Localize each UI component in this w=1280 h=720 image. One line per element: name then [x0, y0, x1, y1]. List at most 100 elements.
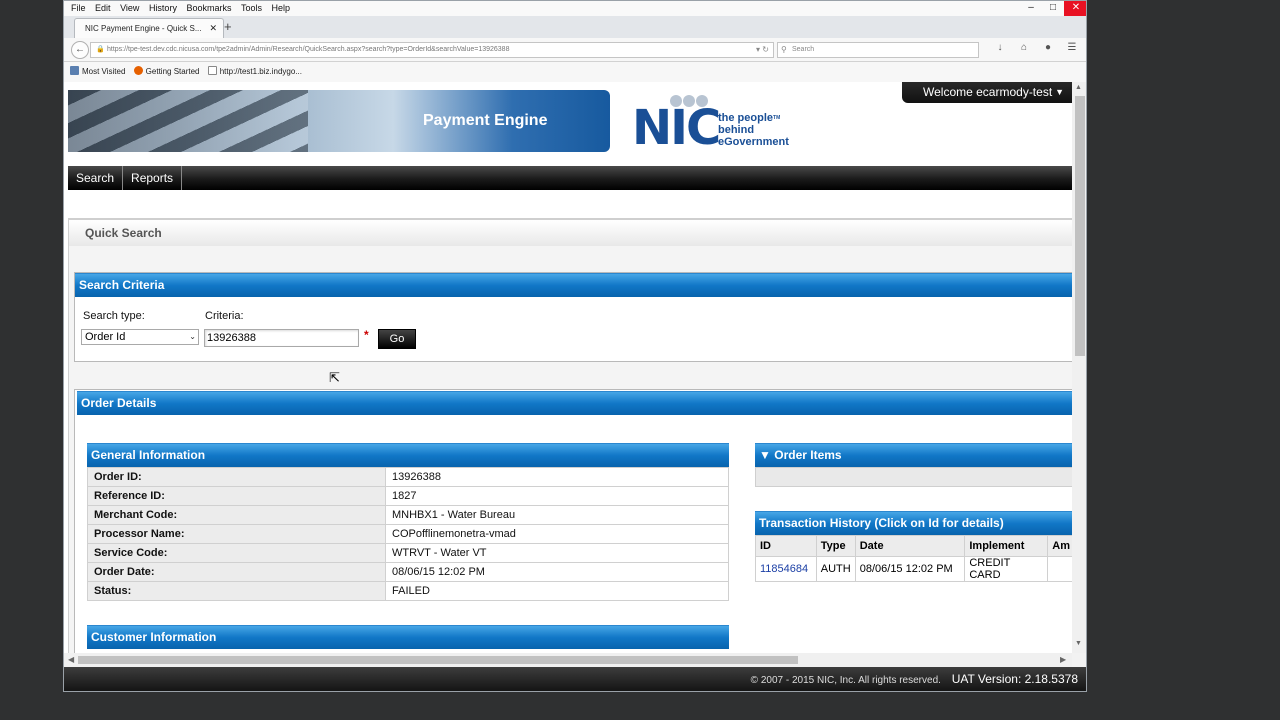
- column-header: ID: [755, 535, 817, 557]
- field-value: 1827: [385, 486, 729, 506]
- field-value: 13926388: [385, 467, 729, 487]
- order-items-header[interactable]: ▼ Order Items: [755, 443, 1072, 467]
- hamburger-menu-icon[interactable]: ☰: [1060, 42, 1084, 53]
- main-nav: Search Reports: [68, 166, 1072, 190]
- customer-information-panel: Customer Information: [87, 625, 729, 649]
- criteria-input[interactable]: 13926388: [204, 329, 359, 347]
- menu-view[interactable]: View: [120, 1, 139, 15]
- nav-reports[interactable]: Reports: [123, 166, 183, 190]
- browser-window: File Edit View History Bookmarks Tools H…: [63, 0, 1087, 692]
- url-bar[interactable]: 🔒 https://tpe-test.dev.cdc.nicusa.com/tp…: [90, 42, 774, 58]
- close-icon[interactable]: ✕: [1064, 1, 1086, 16]
- info-icon[interactable]: 🔒: [96, 43, 105, 57]
- mouse-cursor-icon: ⇱: [329, 370, 340, 385]
- browser-search-input[interactable]: ⚲ Search: [777, 42, 979, 58]
- menu-tools[interactable]: Tools: [241, 1, 262, 15]
- menu-bookmarks[interactable]: Bookmarks: [186, 1, 231, 15]
- back-arrow-icon[interactable]: ←: [71, 41, 89, 59]
- menu-bar: File Edit View History Bookmarks Tools H…: [64, 1, 1086, 16]
- table-row: Order ID: 13926388: [87, 467, 729, 487]
- table-row: Merchant Code: MNHBX1 - Water Bureau: [87, 505, 729, 525]
- column-header: Implement: [964, 535, 1049, 557]
- scroll-right-icon[interactable]: ▶: [1060, 653, 1066, 667]
- table-row: Reference ID: 1827: [87, 486, 729, 506]
- order-details-header: Order Details: [77, 391, 1072, 415]
- menu-history[interactable]: History: [149, 1, 177, 15]
- search-type-value: Order Id: [85, 331, 126, 343]
- search-icon: ⚲: [781, 45, 787, 54]
- firefox-icon: [133, 66, 143, 75]
- scroll-down-icon[interactable]: ▼: [1075, 640, 1082, 647]
- bookmarks-toolbar: Most Visited Getting Started http://test…: [64, 62, 1086, 82]
- scroll-up-icon[interactable]: ▲: [1075, 84, 1082, 91]
- banner-title: Payment Engine: [423, 112, 548, 129]
- page-icon: [207, 66, 217, 75]
- horizontal-scrollbar[interactable]: ◀ ▶: [64, 653, 1072, 667]
- page-footer: © 2007 - 2015 NIC, Inc. All rights reser…: [64, 667, 1086, 691]
- required-marker: *: [364, 328, 369, 342]
- chat-icon[interactable]: ●: [1036, 42, 1060, 53]
- desktop-background-bottom: [63, 692, 1087, 720]
- table-cell: CREDIT CARD: [964, 556, 1049, 582]
- nic-logo: NIC the peopleTM behind eGovernment: [632, 92, 822, 156]
- transaction-history-title: Transaction History: [759, 516, 872, 530]
- welcome-text: Welcome ecarmody-test: [923, 85, 1053, 99]
- collapse-triangle-icon: ▼: [759, 448, 771, 462]
- field-value: FAILED: [385, 581, 729, 601]
- vertical-scrollbar[interactable]: ▲ ▼: [1072, 82, 1086, 653]
- logo-tagline-line: the people: [718, 112, 774, 124]
- table-row: Service Code: WTRVT - Water VT: [87, 543, 729, 563]
- maximize-icon[interactable]: □: [1042, 1, 1064, 16]
- column-header: Type: [815, 535, 856, 557]
- order-details-panel: Order Details General Information Order …: [74, 389, 1072, 653]
- field-label: Order Date:: [87, 562, 386, 582]
- field-label: Processor Name:: [87, 524, 386, 544]
- bookmark-label: Most Visited: [82, 67, 126, 76]
- bookmark-getting-started[interactable]: Getting Started: [133, 62, 200, 82]
- minimize-icon[interactable]: –: [1020, 1, 1042, 16]
- go-button[interactable]: Go: [378, 329, 416, 349]
- search-type-select[interactable]: Order Id ⌄: [81, 329, 199, 345]
- transaction-id-link[interactable]: 11854684: [755, 556, 817, 582]
- quick-search-title: Quick Search: [68, 218, 1072, 246]
- menu-edit[interactable]: Edit: [95, 1, 111, 15]
- menu-help[interactable]: Help: [272, 1, 291, 15]
- transaction-history-panel: Transaction History (Click on Id for det…: [755, 511, 1072, 582]
- transaction-id-text: 11854684: [760, 563, 809, 575]
- tab-title: NIC Payment Engine - Quick S...: [85, 24, 202, 33]
- field-value: MNHBX1 - Water Bureau: [385, 505, 729, 525]
- nav-search[interactable]: Search: [68, 166, 124, 190]
- chevron-down-icon: ⌄: [189, 332, 196, 341]
- desktop-background-right: [1087, 0, 1280, 720]
- field-label: Status:: [87, 581, 386, 601]
- field-label: Service Code:: [87, 543, 386, 563]
- reload-icon[interactable]: ▾ ↻: [756, 43, 769, 57]
- column-header: Date: [854, 535, 966, 557]
- folder-icon: [70, 66, 79, 75]
- bookmark-test1[interactable]: http://test1.biz.indygo...: [207, 62, 302, 82]
- general-information-panel: General Information Order ID: 13926388 Re…: [87, 443, 729, 601]
- copyright-text: © 2007 - 2015 NIC, Inc. All rights reser…: [750, 675, 941, 686]
- field-label: Merchant Code:: [87, 505, 386, 525]
- user-menu[interactable]: Welcome ecarmody-test ▼: [902, 82, 1072, 103]
- credit-cards-image: [68, 90, 308, 152]
- search-type-label: Search type:: [83, 310, 145, 322]
- bookmark-label: http://test1.biz.indygo...: [219, 67, 302, 76]
- logo-tagline: the peopleTM behind eGovernment: [718, 112, 789, 148]
- bookmark-label: Getting Started: [145, 67, 200, 76]
- new-tab-icon[interactable]: +: [224, 19, 232, 34]
- horizontal-scroll-thumb[interactable]: [78, 656, 798, 664]
- download-icon[interactable]: ↓: [988, 42, 1012, 53]
- scroll-left-icon[interactable]: ◀: [68, 653, 74, 667]
- vertical-scroll-thumb[interactable]: [1075, 96, 1085, 356]
- tab-bar: NIC Payment Engine - Quick S... ✕ +: [64, 16, 1086, 38]
- menu-file[interactable]: File: [71, 1, 86, 15]
- table-header-row: ID Type Date Implement Am: [755, 535, 1072, 557]
- tab-active[interactable]: NIC Payment Engine - Quick S... ✕: [74, 18, 224, 38]
- bookmark-most-visited[interactable]: Most Visited: [70, 62, 125, 82]
- home-icon[interactable]: ⌂: [1012, 42, 1036, 53]
- general-information-table: Order ID: 13926388 Reference ID: 1827 Merc…: [87, 467, 729, 601]
- logo-tagline-line: behind: [718, 124, 755, 136]
- chevron-down-icon: ▼: [1055, 87, 1064, 97]
- tab-close-icon[interactable]: ✕: [209, 19, 217, 38]
